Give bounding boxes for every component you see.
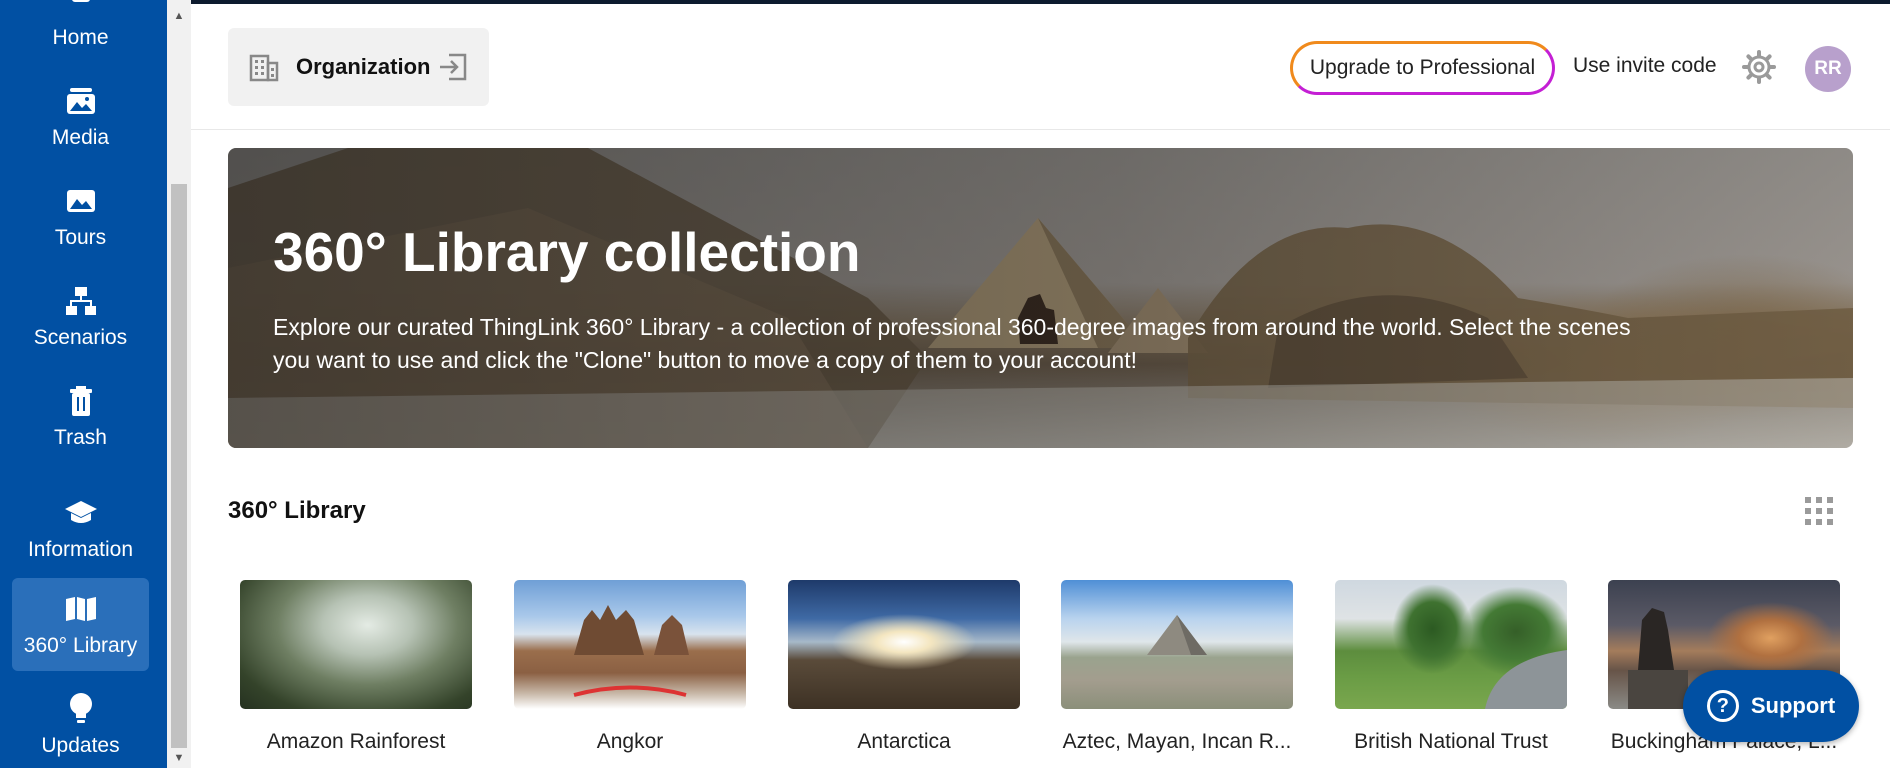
sidebar-scrollbar[interactable]: ▲ ▼	[167, 0, 191, 768]
scroll-thumb[interactable]	[171, 184, 187, 748]
trash-icon	[64, 384, 98, 418]
help-icon: ?	[1706, 690, 1739, 722]
library-card-label: Amazon Rainforest	[266, 730, 446, 753]
scroll-down-arrow-icon[interactable]: ▼	[167, 748, 191, 768]
sidebar-item-home[interactable]: Home	[12, 0, 149, 63]
library-thumbnail[interactable]	[788, 580, 1020, 709]
hero-banner: 360° Library collection Explore our cura…	[228, 148, 1853, 448]
sidebar: Home Media Tours Scenarios Trash Informa…	[0, 0, 167, 768]
sidebar-item-360-library[interactable]: 360° Library	[12, 578, 149, 671]
library-card-label: Aztec, Mayan, Incan R...	[1062, 730, 1292, 753]
sidebar-item-label: Scenarios	[33, 325, 128, 349]
library-card[interactable]: Amazon Rainforest	[240, 580, 472, 754]
library-card-label: Antarctica	[857, 730, 951, 753]
home-icon	[64, 0, 98, 18]
sidebar-item-label: Media	[51, 125, 110, 149]
sidebar-item-scenarios[interactable]: Scenarios	[12, 270, 149, 363]
library-card[interactable]: Aztec, Mayan, Incan R...	[1061, 580, 1293, 754]
library-thumbnail[interactable]	[240, 580, 472, 709]
library-thumbnail[interactable]	[1335, 580, 1567, 709]
scenarios-icon	[64, 284, 98, 318]
hero-title: 360° Library collection	[273, 221, 861, 283]
sidebar-item-information[interactable]: Information	[12, 482, 149, 575]
grid-view-icon[interactable]	[1804, 496, 1834, 526]
sidebar-item-trash[interactable]: Trash	[12, 370, 149, 463]
section-title: 360° Library	[228, 497, 366, 524]
library-card[interactable]: Antarctica	[788, 580, 1020, 754]
media-icon	[64, 84, 98, 118]
organization-label: Organization	[296, 54, 431, 79]
sidebar-item-media[interactable]: Media	[12, 70, 149, 163]
sidebar-item-tours[interactable]: Tours	[12, 170, 149, 263]
avatar[interactable]: RR	[1805, 46, 1851, 92]
sidebar-item-label: Trash	[54, 425, 107, 449]
sidebar-item-label: Home	[52, 25, 109, 49]
organization-switcher[interactable]: Organization	[228, 28, 489, 106]
library-thumbnail[interactable]	[1061, 580, 1293, 709]
library-card[interactable]: British National Trust	[1335, 580, 1567, 754]
sidebar-item-label: 360° Library	[23, 633, 138, 657]
library-card-label: British National Trust	[1354, 730, 1548, 753]
sidebar-item-label: Updates	[41, 733, 120, 757]
building-icon	[249, 54, 279, 82]
scroll-up-arrow-icon[interactable]: ▲	[167, 6, 191, 26]
lightbulb-icon	[64, 692, 98, 726]
hero-overlay	[228, 148, 1853, 448]
library-card[interactable]: Angkor	[514, 580, 746, 754]
tours-icon	[64, 184, 98, 218]
support-label: Support	[1750, 693, 1836, 718]
information-icon	[64, 496, 98, 530]
library-icon	[64, 592, 98, 626]
upgrade-button[interactable]: Upgrade to Professional	[1290, 41, 1555, 95]
gear-icon[interactable]	[1742, 50, 1776, 84]
sidebar-item-label: Information	[27, 537, 134, 561]
library-card-label: Angkor	[596, 730, 664, 753]
header: Organization Upgrade to Professional Use…	[191, 4, 1890, 130]
invite-code-link[interactable]: Use invite code	[1573, 54, 1717, 78]
switch-organization-icon[interactable]	[437, 51, 469, 83]
support-button[interactable]: ? Support	[1683, 670, 1859, 742]
library-thumbnail[interactable]	[514, 580, 746, 709]
sidebar-item-updates[interactable]: Updates	[12, 678, 149, 771]
hero-description: Explore our curated ThingLink 360° Libra…	[273, 314, 1631, 373]
sidebar-item-label: Tours	[54, 225, 107, 249]
